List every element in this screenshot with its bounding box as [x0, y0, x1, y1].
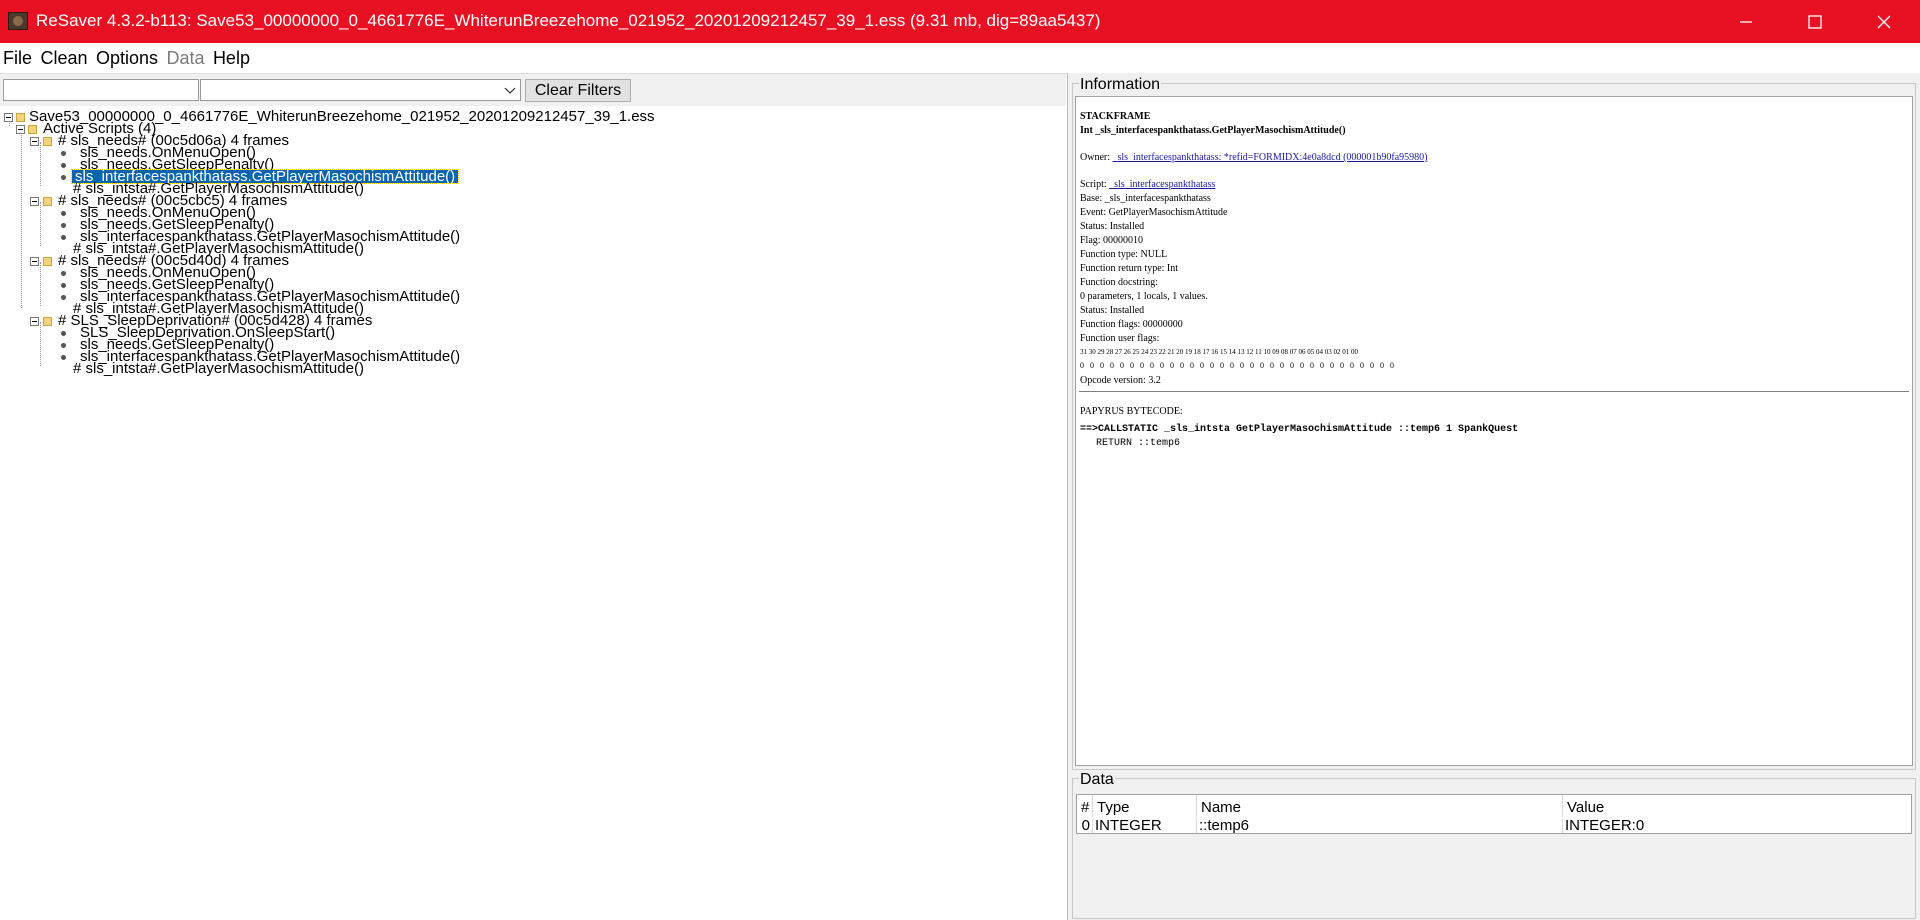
info-params: 0 parameters, 1 locals, 1 values. — [1080, 291, 1208, 302]
bullet-icon — [61, 271, 66, 276]
collapse-icon[interactable] — [30, 197, 39, 206]
column-header-name[interactable]: Name — [1197, 795, 1563, 817]
owner-link[interactable]: _sls_interfacespankthatass: *refid=FORMI… — [1113, 152, 1428, 163]
app-icon[interactable] — [8, 12, 28, 30]
bytecode-line-1: ==>CALLSTATIC _sls_intsta GetPlayerMasoc… — [1080, 424, 1519, 435]
info-owner: Owner: _sls_interfacespankthatass: *refi… — [1080, 152, 1428, 163]
menu-file[interactable]: File — [2, 43, 33, 73]
save-tree-panel: Clear Filters Save53_00000000_0_4661776E… — [0, 73, 1068, 920]
column-header-index[interactable]: # — [1077, 795, 1093, 817]
table-cell-index[interactable]: 0 — [1077, 819, 1093, 833]
folder-icon — [43, 257, 52, 266]
bullet-icon — [61, 343, 66, 348]
bullet-icon — [61, 283, 66, 288]
information-title: Information — [1079, 76, 1162, 94]
data-group: Data # Type Name Value 0 INTEGER ::temp6… — [1072, 771, 1916, 919]
collapse-icon[interactable] — [4, 113, 13, 122]
info-signature: Int _sls_interfacespankthatass.GetPlayer… — [1080, 125, 1346, 136]
info-status: Status: Installed — [1080, 221, 1145, 232]
info-base: Base: _sls_interfacespankthatass — [1080, 193, 1211, 204]
bullet-icon — [61, 355, 66, 360]
title-bar: ReSaver 4.3.2-b113: Save53_00000000_0_46… — [0, 0, 1920, 43]
info-event: Event: GetPlayerMasochismAttitude — [1080, 207, 1228, 218]
info-opcode-version: Opcode version: 3.2 — [1080, 375, 1161, 386]
data-title: Data — [1079, 771, 1115, 789]
information-view[interactable]: STACKFRAME Int _sls_interfacespankthatas… — [1075, 96, 1913, 766]
folder-icon — [43, 317, 52, 326]
collapse-icon[interactable] — [16, 125, 25, 134]
collapse-icon[interactable] — [30, 137, 39, 146]
collapse-icon[interactable] — [30, 257, 39, 266]
bullet-icon — [61, 163, 66, 168]
data-table[interactable]: # Type Name Value 0 INTEGER ::temp6 INTE… — [1076, 794, 1912, 834]
maximize-button[interactable] — [1786, 0, 1844, 43]
info-flag: Flag: 00000010 — [1080, 235, 1144, 246]
menu-clean[interactable]: Clean — [39, 43, 88, 73]
folder-icon — [16, 113, 25, 122]
folder-icon — [28, 125, 37, 134]
bytecode-title: PAPYRUS BYTECODE: — [1080, 406, 1183, 417]
information-group: Information STACKFRAME Int _sls_interfac… — [1072, 76, 1916, 770]
bullet-icon — [61, 175, 66, 180]
info-function-flags: Function flags: 00000000 — [1080, 319, 1183, 330]
clear-filters-button[interactable]: Clear Filters — [525, 79, 631, 102]
info-bit-numbers: 31 30 29 28 27 26 25 24 23 22 21 20 19 1… — [1080, 348, 1358, 356]
close-icon — [1877, 15, 1891, 28]
window-title: ReSaver 4.3.2-b113: Save53_00000000_0_46… — [36, 11, 1101, 30]
folder-icon — [43, 197, 52, 206]
chevron-down-icon — [504, 87, 516, 94]
bytecode-line-2: RETURN ::temp6 — [1096, 438, 1181, 449]
menu-data: Data — [166, 48, 205, 68]
bullet-icon — [61, 295, 66, 300]
filter-text-input[interactable] — [3, 79, 199, 101]
bullet-icon — [61, 223, 66, 228]
column-header-value[interactable]: Value — [1563, 795, 1911, 817]
info-status-2: Status: Installed — [1080, 305, 1145, 316]
info-user-flags: Function user flags: — [1080, 333, 1160, 344]
close-button[interactable] — [1855, 0, 1913, 43]
script-label: Script: — [1080, 179, 1107, 190]
maximize-icon — [1808, 14, 1822, 29]
tree-frame-node[interactable]: # sls_intsta#.GetPlayerMasochismAttitude… — [0, 360, 500, 377]
folder-icon — [43, 137, 52, 146]
filter-mod-select[interactable] — [200, 79, 521, 101]
minimize-icon — [1740, 20, 1752, 23]
script-link[interactable]: _sls_interfacespankthatass — [1109, 179, 1215, 190]
info-function-type: Function type: NULL — [1080, 249, 1168, 260]
info-divider — [1079, 391, 1909, 392]
bullet-icon — [61, 151, 66, 156]
bullet-icon — [61, 211, 66, 216]
minimize-button[interactable] — [1717, 0, 1775, 43]
tree-frame-label: # sls_intsta#.GetPlayerMasochismAttitude… — [73, 360, 364, 377]
info-docstring: Function docstring: — [1080, 277, 1159, 288]
menu-help[interactable]: Help — [212, 43, 251, 73]
details-panel: Information STACKFRAME Int _sls_interfac… — [1068, 73, 1920, 919]
owner-label: Owner: — [1080, 152, 1110, 163]
bullet-icon — [61, 235, 66, 240]
table-cell-type[interactable]: INTEGER — [1093, 819, 1197, 833]
info-script: Script: _sls_interfacespankthatass — [1080, 179, 1215, 190]
table-cell-value[interactable]: INTEGER:0 — [1563, 819, 1911, 833]
info-bit-values: 0 0 0 0 0 0 0 0 0 0 0 0 0 0 0 0 0 0 0 0 … — [1080, 361, 1396, 370]
bullet-icon — [61, 331, 66, 336]
column-header-type[interactable]: Type — [1093, 795, 1197, 817]
filter-bar: Clear Filters — [0, 74, 1066, 106]
menu-bar: File Clean Options Data Help — [0, 43, 1920, 73]
table-cell-name[interactable]: ::temp6 — [1197, 819, 1563, 833]
info-return-type: Function return type: Int — [1080, 263, 1179, 274]
collapse-icon[interactable] — [30, 317, 39, 326]
info-heading: STACKFRAME — [1080, 111, 1151, 122]
menu-options[interactable]: Options — [95, 43, 159, 73]
